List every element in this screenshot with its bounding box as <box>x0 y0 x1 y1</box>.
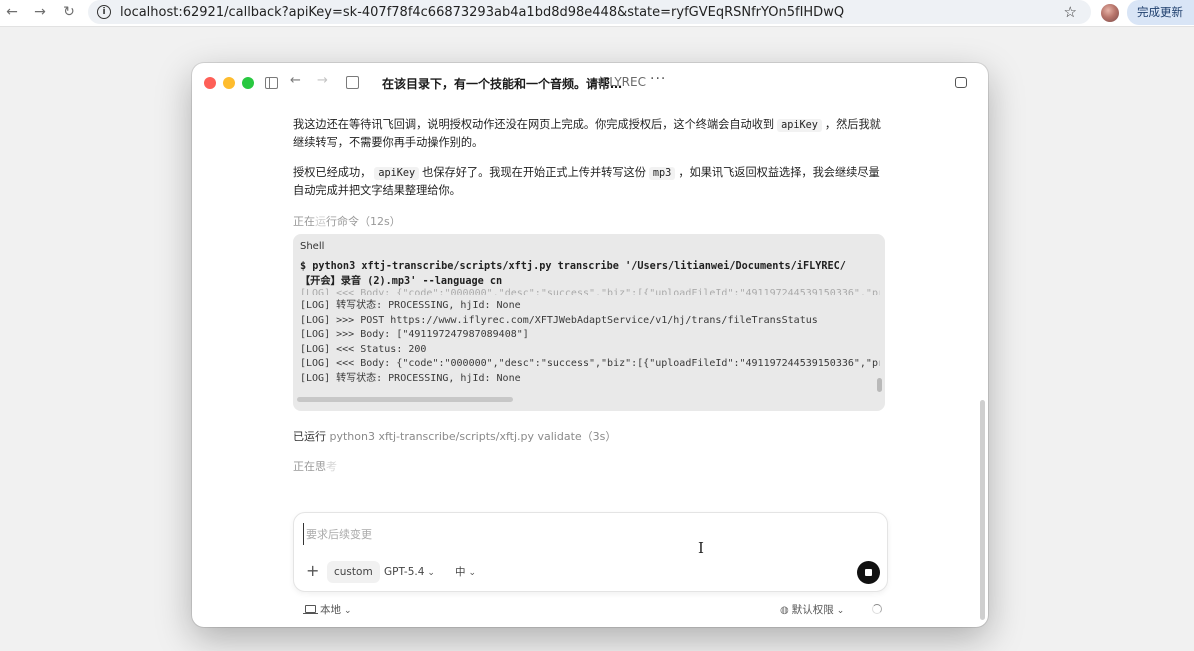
status-text: 运 <box>315 215 326 228</box>
vertical-scrollbar[interactable] <box>877 378 882 392</box>
arrow-right-icon[interactable]: → <box>317 73 328 88</box>
assistant-message: 我这边还在等待讯飞回调，说明授权动作还没在网页上完成。你完成授权后，这个终端会自… <box>293 116 885 151</box>
effort-selector[interactable]: 中 ⌄ <box>448 561 483 583</box>
chevron-down-icon: ⌄ <box>468 568 477 578</box>
panel-toggle-icon[interactable] <box>955 77 967 88</box>
message-text: 也保存好了。我现在开始正式上传并转写这份 <box>422 166 646 179</box>
shell-log-line: [LOG] 转写状态: PROCESSING, hjId: None <box>300 300 521 311</box>
ran-command: python3 xftj-transcribe/scripts/xftj.py … <box>329 430 582 443</box>
arrow-left-icon[interactable]: ← <box>290 73 301 88</box>
info-icon[interactable]: i <box>97 5 111 19</box>
thinking-text: 考 <box>326 460 337 473</box>
shield-icon: ◍ <box>780 605 789 616</box>
arrow-right-icon: → <box>34 4 46 20</box>
new-thread-icon[interactable] <box>346 76 359 89</box>
chevron-down-icon: ⌄ <box>427 568 435 578</box>
shell-log-line: [LOG] >>> POST https://www.iflyrec.com/X… <box>300 314 818 326</box>
inline-code: apiKey <box>374 167 420 180</box>
ran-duration: （3s） <box>581 430 617 443</box>
avatar[interactable] <box>1101 4 1119 22</box>
message-text: 我这边还在等待讯飞回调，说明授权动作还没在网页上完成。你完成授权后，这个终端会自… <box>293 118 775 131</box>
shell-log-line: [LOG] <<< Body: {"code":"000000","desc":… <box>300 288 880 295</box>
shell-label: Shell <box>300 241 325 252</box>
prompt-input[interactable] <box>303 523 828 545</box>
shell-log: [LOG] 转写状态: PROCESSING, hjId: None [LOG]… <box>300 299 880 387</box>
reload-icon: ↻ <box>63 4 75 20</box>
back-button[interactable]: ← <box>1 1 23 23</box>
custom-mode-button[interactable]: custom <box>327 561 380 583</box>
plus-icon[interactable]: + <box>306 563 319 579</box>
title-bar: ← → 在该目录下，有一个技能和一个音频。请帮… iFLYREC ··· <box>192 63 988 103</box>
ran-label: 已运行 <box>293 430 326 443</box>
model-selector[interactable]: GPT-5.4 ⌄ <box>377 561 442 583</box>
shell-log-line: [LOG] 转写状态: PROCESSING, hjId: None <box>300 372 521 384</box>
arrow-left-icon: ← <box>6 4 18 20</box>
loading-spinner-icon <box>872 604 882 614</box>
thinking-text: 正在思 <box>293 460 326 473</box>
shell-output-block[interactable]: Shell $ python3 xftj-transcribe/scripts/… <box>293 234 885 411</box>
ran-command-line[interactable]: 已运行 python3 xftj-transcribe/scripts/xftj… <box>293 428 616 445</box>
running-command-status[interactable]: 正在运行命令（12s） <box>293 213 401 230</box>
model-label: GPT-5.4 <box>384 566 425 578</box>
environment-selector[interactable]: 本地 ⌄ <box>303 602 352 617</box>
app-window: ← → 在该目录下，有一个技能和一个音频。请帮… iFLYREC ··· 我这边… <box>192 63 988 627</box>
message-text: 授权已经成功， <box>293 166 372 179</box>
close-window-button[interactable] <box>204 77 216 89</box>
thinking-status: 正在思考 <box>293 458 337 475</box>
chevron-down-icon: ⌄ <box>836 606 845 616</box>
shell-log-line: [LOG] <<< Body: {"code":"000000","desc":… <box>300 358 880 370</box>
workspace-name: iFLYREC <box>599 75 646 89</box>
status-duration: （12s） <box>359 215 401 228</box>
composer: I + custom GPT-5.4⌄ 中⌄ <box>293 512 888 592</box>
text-cursor-icon: I <box>698 539 704 557</box>
address-bar[interactable]: i localhost:62921/callback?apiKey=sk-407… <box>88 0 1091 24</box>
horizontal-scrollbar[interactable] <box>297 397 513 402</box>
inline-code: mp3 <box>648 167 676 180</box>
assistant-message: 授权已经成功， apiKey 也保存好了。我现在开始正式上传并转写这份 mp3 ，如果讯… <box>293 164 885 199</box>
thread-title: 在该目录下，有一个技能和一个音频。请帮… <box>382 77 623 91</box>
maximize-window-button[interactable] <box>242 77 254 89</box>
laptop-icon <box>303 605 318 615</box>
reload-button[interactable]: ↻ <box>58 1 80 23</box>
permissions-selector[interactable]: ◍ 默认权限 ⌄ <box>780 602 844 617</box>
permissions-label: 默认权限 <box>791 604 834 616</box>
shell-log-line: [LOG] <<< Status: 200 <box>300 343 427 355</box>
update-button[interactable]: 完成更新 <box>1127 0 1194 25</box>
inline-code: apiKey <box>777 119 822 132</box>
browser-toolbar: ← → ↻ i localhost:62921/callback?apiKey=… <box>0 0 1194 27</box>
url-text[interactable]: localhost:62921/callback?apiKey=sk-407f7… <box>120 5 844 20</box>
chevron-down-icon: ⌄ <box>344 606 352 616</box>
window-scrollbar[interactable] <box>980 400 985 620</box>
stop-button[interactable] <box>857 561 880 584</box>
shell-log-line: [LOG] >>> Body: ["491197247987089408"] <box>300 329 529 341</box>
minimize-window-button[interactable] <box>223 77 235 89</box>
sidebar-toggle-icon[interactable] <box>265 77 278 89</box>
forward-button[interactable]: → <box>29 1 51 23</box>
environment-label: 本地 <box>320 604 341 616</box>
status-text: 正在 <box>293 215 315 228</box>
shell-command: $ python3 xftj-transcribe/scripts/xftj.p… <box>300 261 846 287</box>
star-icon[interactable]: ☆ <box>1064 3 1077 21</box>
more-icon[interactable]: ··· <box>650 71 666 87</box>
effort-label: 中 <box>455 566 466 578</box>
status-text: 行命令 <box>326 215 359 228</box>
